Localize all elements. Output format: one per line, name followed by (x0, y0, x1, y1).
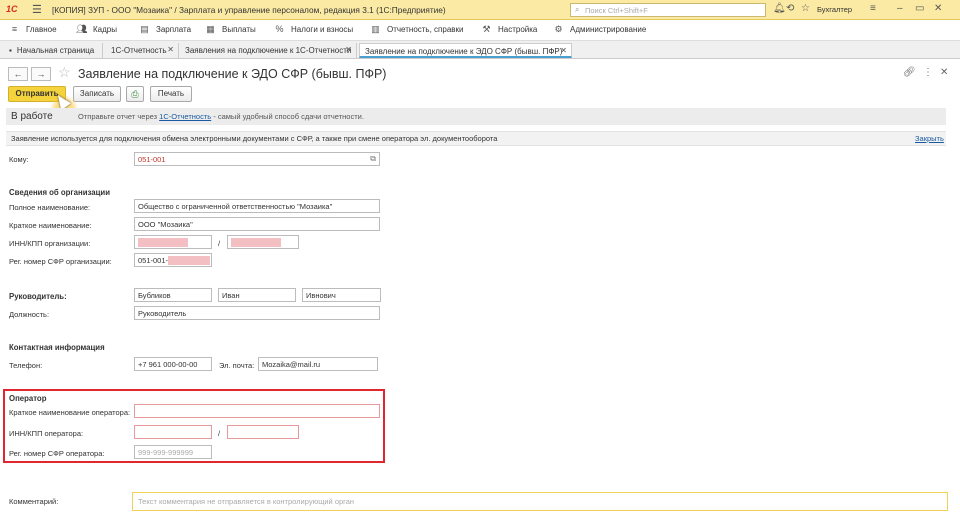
reg-number-field[interactable]: 051-001- (134, 253, 212, 267)
tab-sfr-application[interactable]: Заявление на подключение к ЭДО СФР (бывш… (359, 43, 572, 58)
close-tab-icon[interactable]: ✕ (167, 45, 174, 54)
menu-payments[interactable]: ▦ Выплаты (205, 24, 256, 38)
operator-reg-field[interactable] (134, 445, 212, 459)
maximize-icon[interactable]: ▭ (915, 3, 924, 14)
back-button[interactable]: ← (8, 67, 28, 81)
people-icon: 👥︎ (76, 24, 88, 34)
reg-number-label: Рег. номер СФР организации: (9, 257, 112, 266)
redacted-value (231, 238, 281, 247)
minimize-icon[interactable]: – (897, 3, 903, 14)
close-tab-icon[interactable]: ✕ (560, 46, 567, 55)
operator-reg-label: Рег. номер СФР оператора: (9, 449, 105, 458)
open-icon[interactable]: ⧉ (370, 154, 376, 164)
inn-kpp-label: ИНН/КПП организации: (9, 239, 91, 248)
save-button[interactable]: Записать (73, 86, 121, 102)
position-field[interactable]: Руководитель (134, 306, 380, 320)
global-search[interactable]: ⌕ (570, 3, 766, 17)
settings-menu-icon[interactable]: ≡ (870, 3, 876, 14)
phone-field[interactable]: +7 961 000-00-00 (134, 357, 212, 371)
close-form-icon[interactable]: ✕ (940, 67, 948, 78)
full-name-field[interactable]: Общество с ограниченной ответственностью… (134, 199, 380, 213)
salary-icon: ▤ (140, 24, 149, 34)
payments-icon: ▦ (206, 24, 215, 34)
position-label: Должность: (9, 310, 50, 319)
menu-staff[interactable]: 👥︎ Кадры (76, 24, 117, 38)
operator-inn-kpp-label: ИНН/КПП оператора: (9, 429, 84, 438)
current-user[interactable]: Бухгалтер (817, 5, 852, 14)
wrench-icon: ⚒ (482, 24, 491, 34)
section-menu: ≡ Главное 👥︎ Кадры ▤ Зарплата ▦ Выплаты % Нал… (0, 20, 960, 41)
close-tab-icon[interactable]: ✕ (345, 45, 352, 54)
favorites-star-icon[interactable]: ☆ (801, 3, 810, 14)
search-input[interactable] (585, 5, 763, 16)
gear-icon: ⚙ (554, 24, 563, 34)
1c-reporting-link[interactable]: 1С-Отчетность (159, 112, 211, 121)
head-first-name-field[interactable]: Иван (218, 288, 296, 302)
head-last-name-field[interactable]: Бубликов (134, 288, 212, 302)
pin-icon: ▪ (9, 46, 12, 55)
to-field[interactable]: 051-001 ⧉ (134, 152, 380, 166)
org-section-title: Сведения об организации (9, 188, 111, 197)
app-logo: 1С (6, 4, 18, 14)
history-icon[interactable]: ⟲ (786, 3, 794, 14)
bell-icon[interactable]: 🔔︎ (773, 3, 786, 14)
slash-separator: / (218, 239, 221, 248)
document-status: В работе (11, 111, 53, 122)
window-title: [КОПИЯ] ЗУП - ООО "Мозаика" / Зарплата и… (52, 5, 446, 15)
operator-inn-field[interactable] (134, 425, 212, 439)
menu-admin[interactable]: ⚙ Администрирование (553, 24, 646, 38)
redacted-value (138, 238, 188, 247)
short-name-label: Краткое наименование: (9, 221, 92, 230)
status-hint: Отправьте отчет через 1С-Отчетность - са… (78, 112, 364, 121)
operator-section-title: Оператор (9, 394, 47, 403)
tab-connection-applications[interactable]: Заявления на подключение к 1С-Отчетности… (180, 43, 357, 58)
email-label: Эл. почта: (219, 361, 255, 370)
phone-label: Телефон: (9, 361, 43, 370)
kpp-field[interactable] (227, 235, 299, 249)
menu-reports[interactable]: ▥ Отчетность, справки (370, 24, 463, 38)
info-message: Заявление используется для подключения о… (11, 134, 498, 143)
contact-section-title: Контактная информация (9, 343, 105, 352)
percent-icon: % (275, 24, 284, 34)
menu-salary[interactable]: ▤ Зарплата (139, 24, 191, 38)
menu-main[interactable]: ≡ Главное (9, 24, 57, 38)
operator-name-field[interactable] (134, 404, 380, 418)
more-actions-icon[interactable]: ⋮ (923, 67, 933, 78)
operator-kpp-field[interactable] (227, 425, 299, 439)
home-icon: ≡ (11, 24, 18, 34)
open-tabs-bar: ▪ Начальная страница 1С-Отчетность ✕ Заяв… (0, 41, 960, 59)
to-label: Кому: (9, 155, 29, 164)
form-title: Заявление на подключение к ЭДО СФР (бывш… (78, 67, 387, 81)
link-icon[interactable]: 🔗︎ (903, 67, 916, 78)
short-name-field[interactable]: ООО "Мозаика" (134, 217, 380, 231)
print-button[interactable]: Печать (150, 86, 192, 102)
close-window-icon[interactable]: ✕ (934, 3, 942, 14)
tab-home[interactable]: ▪ Начальная страница (4, 43, 103, 58)
full-name-label: Полное наименование: (9, 203, 91, 212)
close-info-link[interactable]: Закрыть (915, 134, 944, 143)
main-menu-icon[interactable]: ☰ (32, 3, 42, 16)
redacted-value (168, 256, 211, 265)
operator-name-label: Краткое наименование оператора: (9, 408, 131, 417)
inn-field[interactable] (134, 235, 212, 249)
save-export-icon[interactable]: ⎙ (126, 86, 144, 102)
head-middle-name-field[interactable]: Ивнович (302, 288, 381, 302)
forward-button[interactable]: → (31, 67, 51, 81)
email-field[interactable]: Mozaika@mail.ru (258, 357, 378, 371)
menu-taxes[interactable]: % Налоги и взносы (274, 24, 353, 38)
comment-field[interactable] (132, 492, 948, 511)
report-icon: ▥ (371, 24, 380, 34)
tab-1c-reporting[interactable]: 1С-Отчетность ✕ (106, 43, 179, 58)
head-label: Руководитель: (9, 292, 67, 301)
menu-settings[interactable]: ⚒ Настройка (481, 24, 537, 38)
search-icon: ⌕ (575, 5, 580, 14)
comment-label: Комментарий: (9, 497, 59, 506)
slash-separator: / (218, 429, 221, 438)
favorite-star-icon[interactable]: ☆ (58, 64, 71, 81)
